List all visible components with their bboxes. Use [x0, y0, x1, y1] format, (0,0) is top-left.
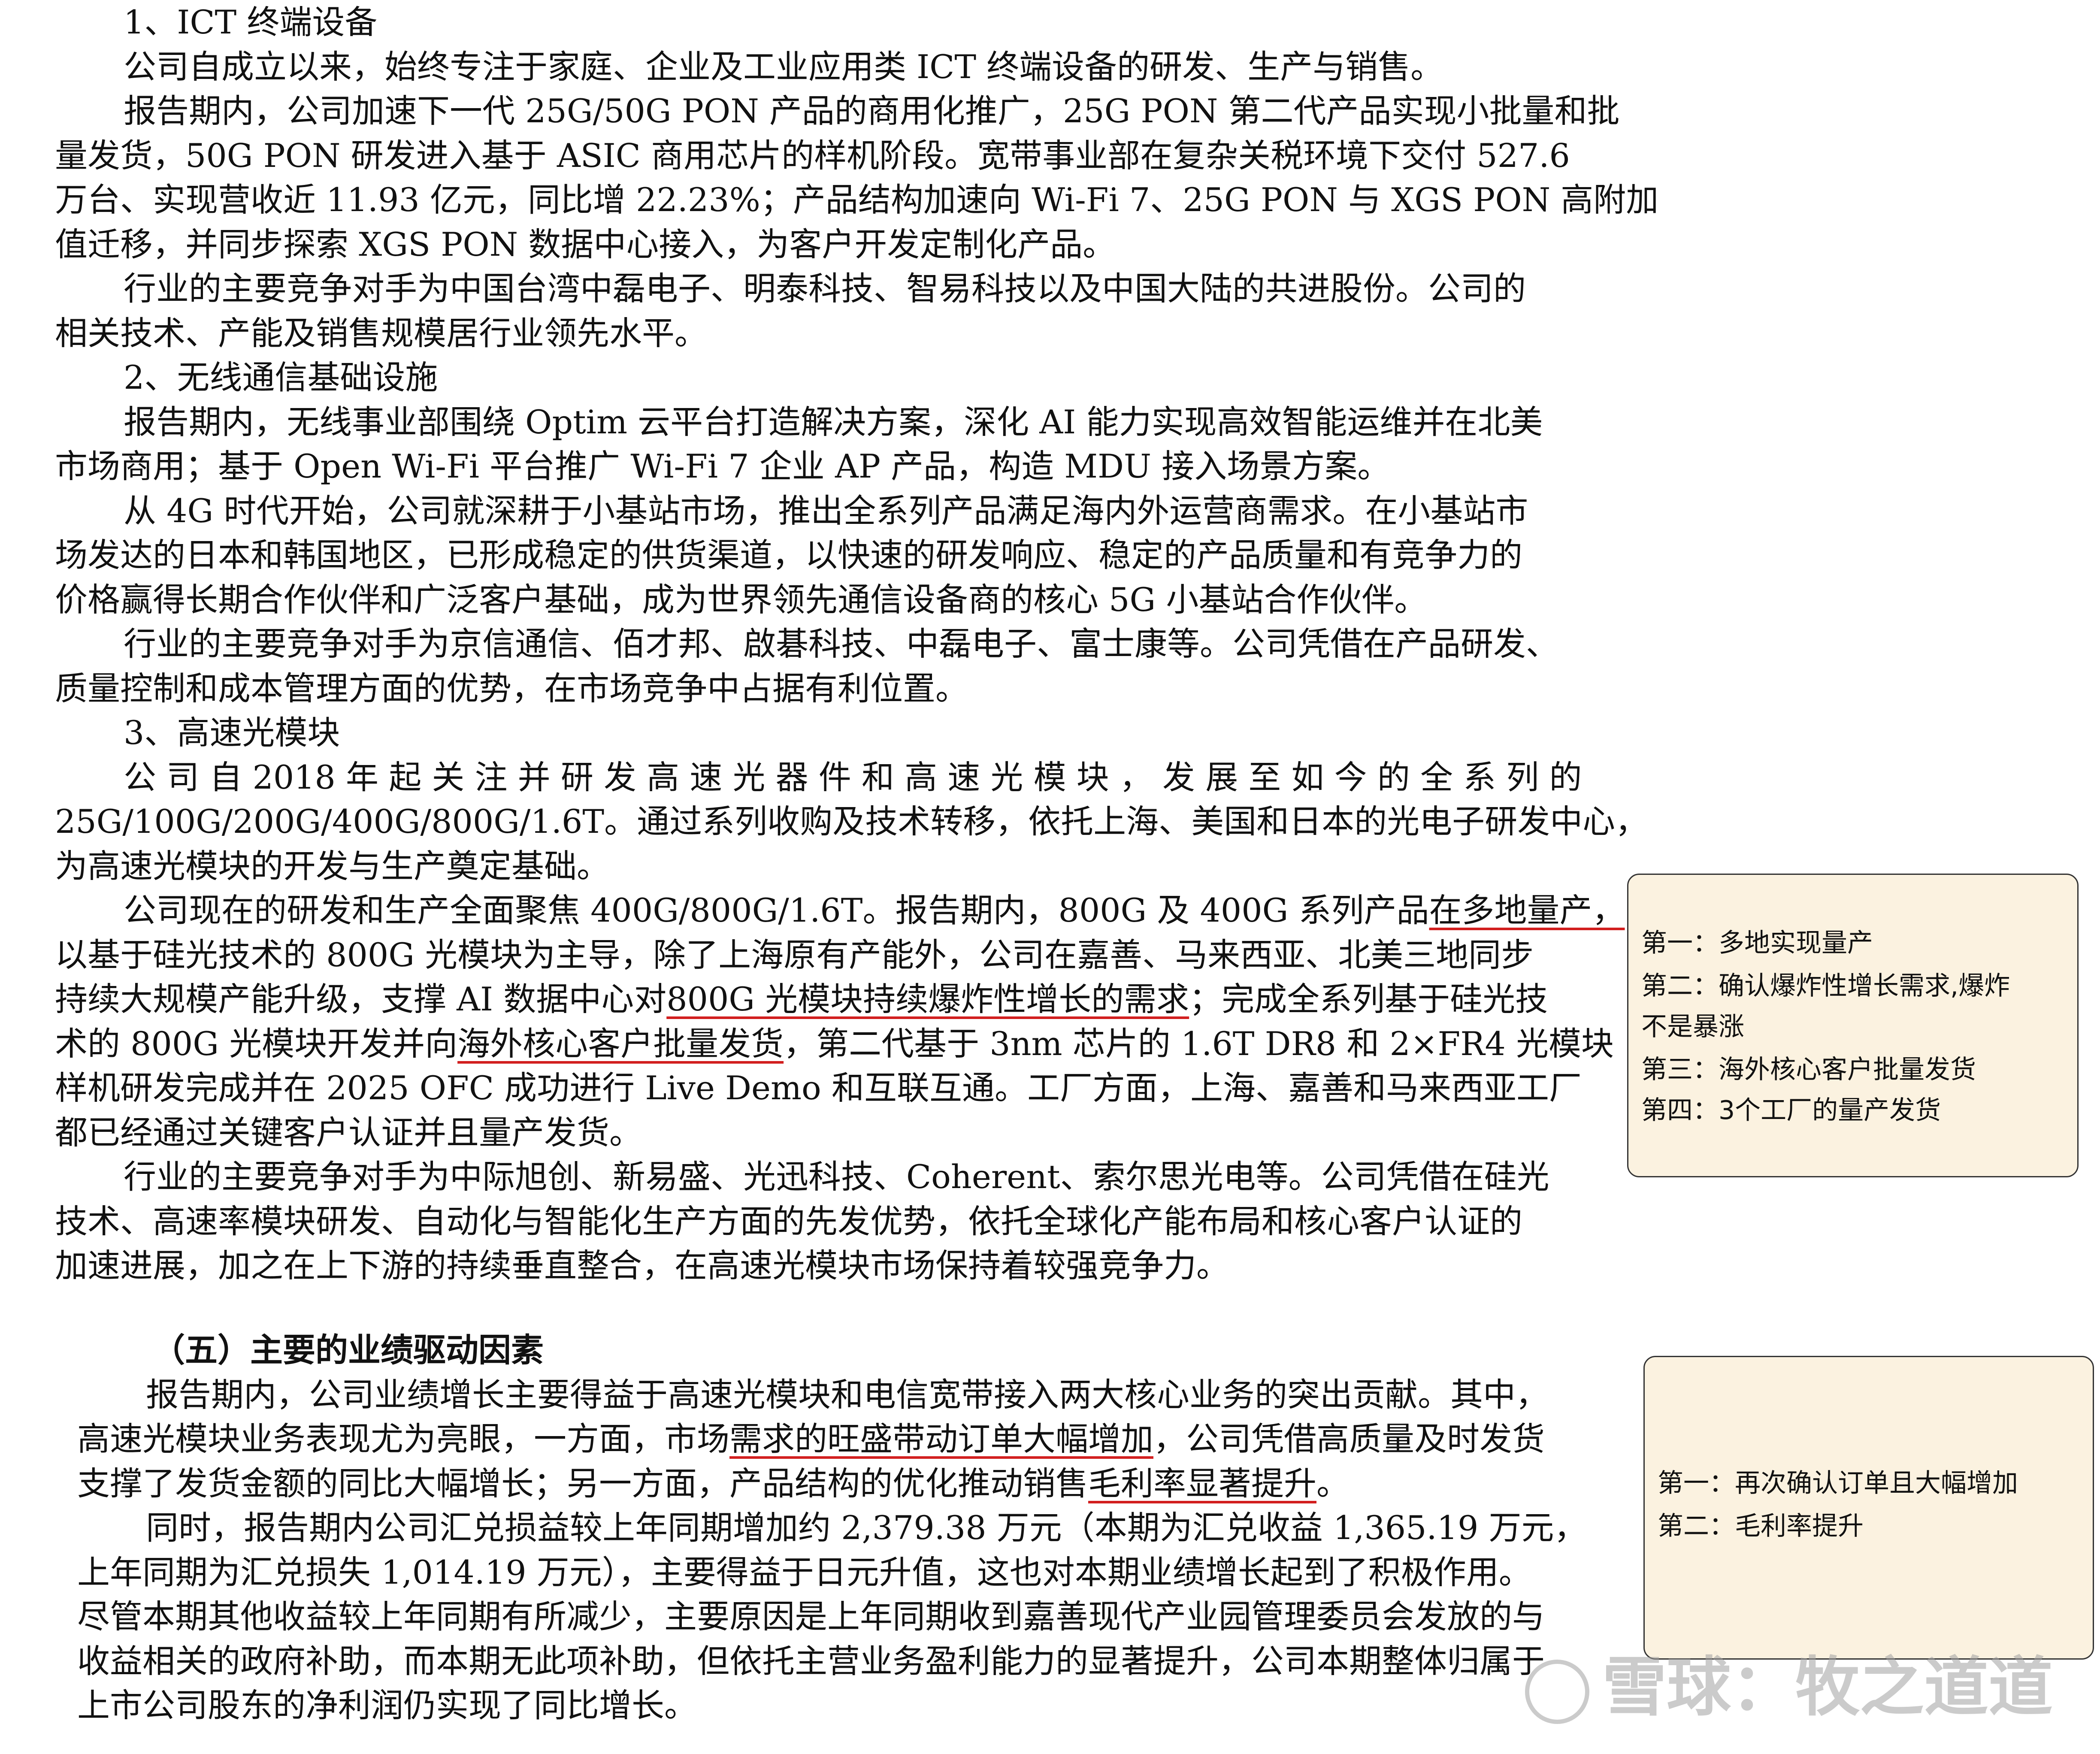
- paragraph-line: 术的 800G 光模块开发并向海外核心客户批量发货，第二代基于 3nm 芯片的 …: [55, 1022, 1614, 1066]
- paragraph-line: 公司现在的研发和生产全面聚焦 400G/800G/1.6T。报告期内，800G …: [55, 888, 1625, 933]
- highlight-gross-margin: 毛利率显著提升: [1088, 1464, 1316, 1503]
- document-section-5: （五）主要的业绩驱动因素 报告期内，公司业绩增长主要得益于高速光模块和电信宽带接…: [77, 1328, 1605, 1728]
- paragraph-line: 同时，报告期内公司汇兑损益较上年同期增加约 2,379.38 万元（本期为汇兑收…: [146, 1509, 1587, 1547]
- paragraph-line: 高速光模块业务表现尤为亮眼，一方面，市场需求的旺盛带动订单大幅增加，公司凭借高质…: [77, 1417, 1605, 1461]
- note-line: 第一：多地实现量产: [1641, 928, 1873, 958]
- paragraph-line: 相关技术、产能及销售规模居行业领先水平。: [55, 314, 707, 352]
- paragraph-line: 加速进展，加之在上下游的持续垂直整合，在高速光模块市场保持着较强竞争力。: [55, 1246, 1229, 1285]
- paragraph-line: 场发达的日本和韩国地区，已形成稳定的供货渠道，以快速的研发响应、稳定的产品质量和…: [55, 536, 1522, 574]
- text-run: 支撑了发货金额的同比大幅增长；另一方面，产品结构的优化推动销售: [77, 1464, 1088, 1503]
- section-3-title: 3、高速光模块: [124, 714, 340, 752]
- note-line: 第三：海外核心客户批量发货: [1641, 1055, 1976, 1085]
- note-line: 第二：确认爆炸性增长需求,爆炸: [1641, 971, 2010, 1001]
- paragraph-line: 行业的主要竞争对手为中国台湾中磊电子、明泰科技、智易科技以及中国大陆的共进股份。…: [124, 269, 1526, 308]
- highlight-demand: 800G 光模块持续爆炸性增长的需求: [666, 980, 1189, 1018]
- note-line: 第四：3个工厂的量产发货: [1641, 1095, 1941, 1125]
- paragraph-line: 万台、实现营收近 11.93 亿元，同比增 22.23%；产品结构加速向 Wi-…: [55, 181, 1659, 219]
- text-run: ，第二代基于 3nm 芯片的 1.6T DR8 和 2×FR4 光模块: [784, 1024, 1614, 1063]
- paragraph-line: 报告期内，无线事业部围绕 Optim 云平台打造解决方案，深化 AI 能力实现高…: [124, 402, 1543, 441]
- paragraph-line: 25G/100G/200G/400G/800G/1.6T。通过系列收购及技术转移…: [55, 802, 1648, 841]
- paragraph-line: 价格赢得长期合作伙伴和广泛客户基础，成为世界领先通信设备商的核心 5G 小基站合…: [55, 580, 1427, 619]
- watermark: 雪球：牧之道道: [1525, 1635, 2053, 1728]
- paragraph-line: 技术、高速率模块研发、自动化与智能化生产方面的先发优势，依托全球化产能布局和核心…: [55, 1202, 1522, 1240]
- paragraph-line: 以基于硅光技术的 800G 光模块为主导，除了上海原有产能外，公司在嘉善、马来西…: [55, 935, 1534, 974]
- paragraph-line: 上市公司股东的净利润仍实现了同比增长。: [77, 1686, 697, 1724]
- section-5-title: （五）主要的业绩驱动因素: [152, 1331, 544, 1369]
- paragraph-line: 支撑了发货金额的同比大幅增长；另一方面，产品结构的优化推动销售毛利率显著提升。: [77, 1461, 1605, 1506]
- annotation-note-2: 第一：再次确认订单且大幅增加 第二：毛利率提升: [1643, 1356, 2094, 1660]
- section-1-title: 1、ICT 终端设备: [124, 3, 378, 41]
- paragraph-line: 报告期内，公司加速下一代 25G/50G PON 产品的商用化推广，25G PO…: [124, 92, 1620, 130]
- text-run: 高速光模块业务表现尤为亮眼，一方面，市场: [77, 1420, 729, 1458]
- text-run: 持续大规模产能升级，支撑 AI 数据中心对: [55, 980, 667, 1018]
- text-run: 。: [1316, 1464, 1349, 1503]
- paragraph-line: 报告期内，公司业绩增长主要得益于高速光模块和电信宽带接入两大核心业务的突出贡献。…: [146, 1375, 1548, 1414]
- paragraph-line: 从 4G 时代开始，公司就深耕于小基站市场，推出全系列产品满足海内外运营商需求。…: [124, 491, 1528, 530]
- paragraph-line: 收益相关的政府补助，而本期无此项补助，但依托主营业务盈利能力的显著提升，公司本期…: [77, 1642, 1545, 1680]
- paragraph-line: 质量控制和成本管理方面的优势，在市场竞争中占据有利位置。: [55, 669, 968, 708]
- paragraph-line: 公司自成立以来，始终专注于家庭、企业及工业应用类 ICT 终端设备的研发、生产与…: [124, 47, 1443, 86]
- paragraph-line: 持续大规模产能升级，支撑 AI 数据中心对800G 光模块持续爆炸性增长的需求；…: [55, 977, 1583, 1022]
- text-run: 公司现在的研发和生产全面聚焦 400G/800G/1.6T。报告期内，800G …: [124, 891, 1429, 929]
- paragraph-line: 为高速光模块的开发与生产奠定基础。: [55, 847, 609, 885]
- section-2-title: 2、无线通信基础设施: [124, 358, 438, 396]
- note-line: 不是暴涨: [1641, 1012, 1744, 1042]
- watermark-text: 雪球：牧之道道: [1602, 1650, 2053, 1725]
- highlight-overseas-shipping: 海外核心客户批量发货: [457, 1024, 784, 1063]
- text-run: 术的 800G 光模块开发并向: [55, 1024, 458, 1063]
- paragraph-line: 量发货，50G PON 研发进入基于 ASIC 商用芯片的样机阶段。宽带事业部在…: [55, 136, 1570, 175]
- document-body: 1、ICT 终端设备 公司自成立以来，始终专注于家庭、企业及工业应用类 ICT …: [55, 0, 1659, 1288]
- highlight-mass-production: 在多地量产，: [1429, 891, 1625, 929]
- paragraph-line: 公 司 自 2018 年 起 关 注 并 研 发 高 速 光 器 件 和 高 速…: [124, 758, 1582, 796]
- annotation-note-1: 第一：多地实现量产 第二：确认爆炸性增长需求,爆炸 不是暴涨 第三：海外核心客户…: [1627, 874, 2079, 1177]
- paragraph-line: 尽管本期其他收益较上年同期有所减少，主要原因是上年同期收到嘉善现代产业园管理委员…: [77, 1597, 1545, 1636]
- note-line: 第一：再次确认订单且大幅增加: [1658, 1468, 2018, 1498]
- highlight-orders: 需求的旺盛带动订单大幅增加: [729, 1420, 1153, 1458]
- text-run: ；完成全系列基于硅光技: [1189, 980, 1548, 1018]
- paragraph-line: 上年同期为汇兑损失 1,014.19 万元），主要得益于日元升值，这也对本期业绩…: [77, 1553, 1531, 1591]
- paragraph-line: 都已经通过关键客户认证并且量产发货。: [55, 1113, 642, 1152]
- note-line: 第二：毛利率提升: [1658, 1511, 1864, 1541]
- text-run: ，公司凭借高质量及时发货: [1153, 1420, 1545, 1458]
- paragraph-line: 市场商用；基于 Open Wi-Fi 平台推广 Wi-Fi 7 企业 AP 产品…: [55, 447, 1390, 485]
- snowball-logo-icon: [1525, 1659, 1589, 1724]
- paragraph-line: 值迁移，并同步探索 XGS PON 数据中心接入，为客户开发定制化产品。: [55, 225, 1116, 263]
- paragraph-line: 行业的主要竞争对手为京信通信、佰才邦、啟碁科技、中磊电子、富士康等。公司凭借在产…: [124, 625, 1558, 663]
- paragraph-line: 样机研发完成并在 2025 OFC 成功进行 Live Demo 和互联互通。工…: [55, 1069, 1582, 1107]
- paragraph-line: 行业的主要竞争对手为中际旭创、新易盛、光迅科技、Coherent、索尔思光电等。…: [124, 1158, 1549, 1196]
